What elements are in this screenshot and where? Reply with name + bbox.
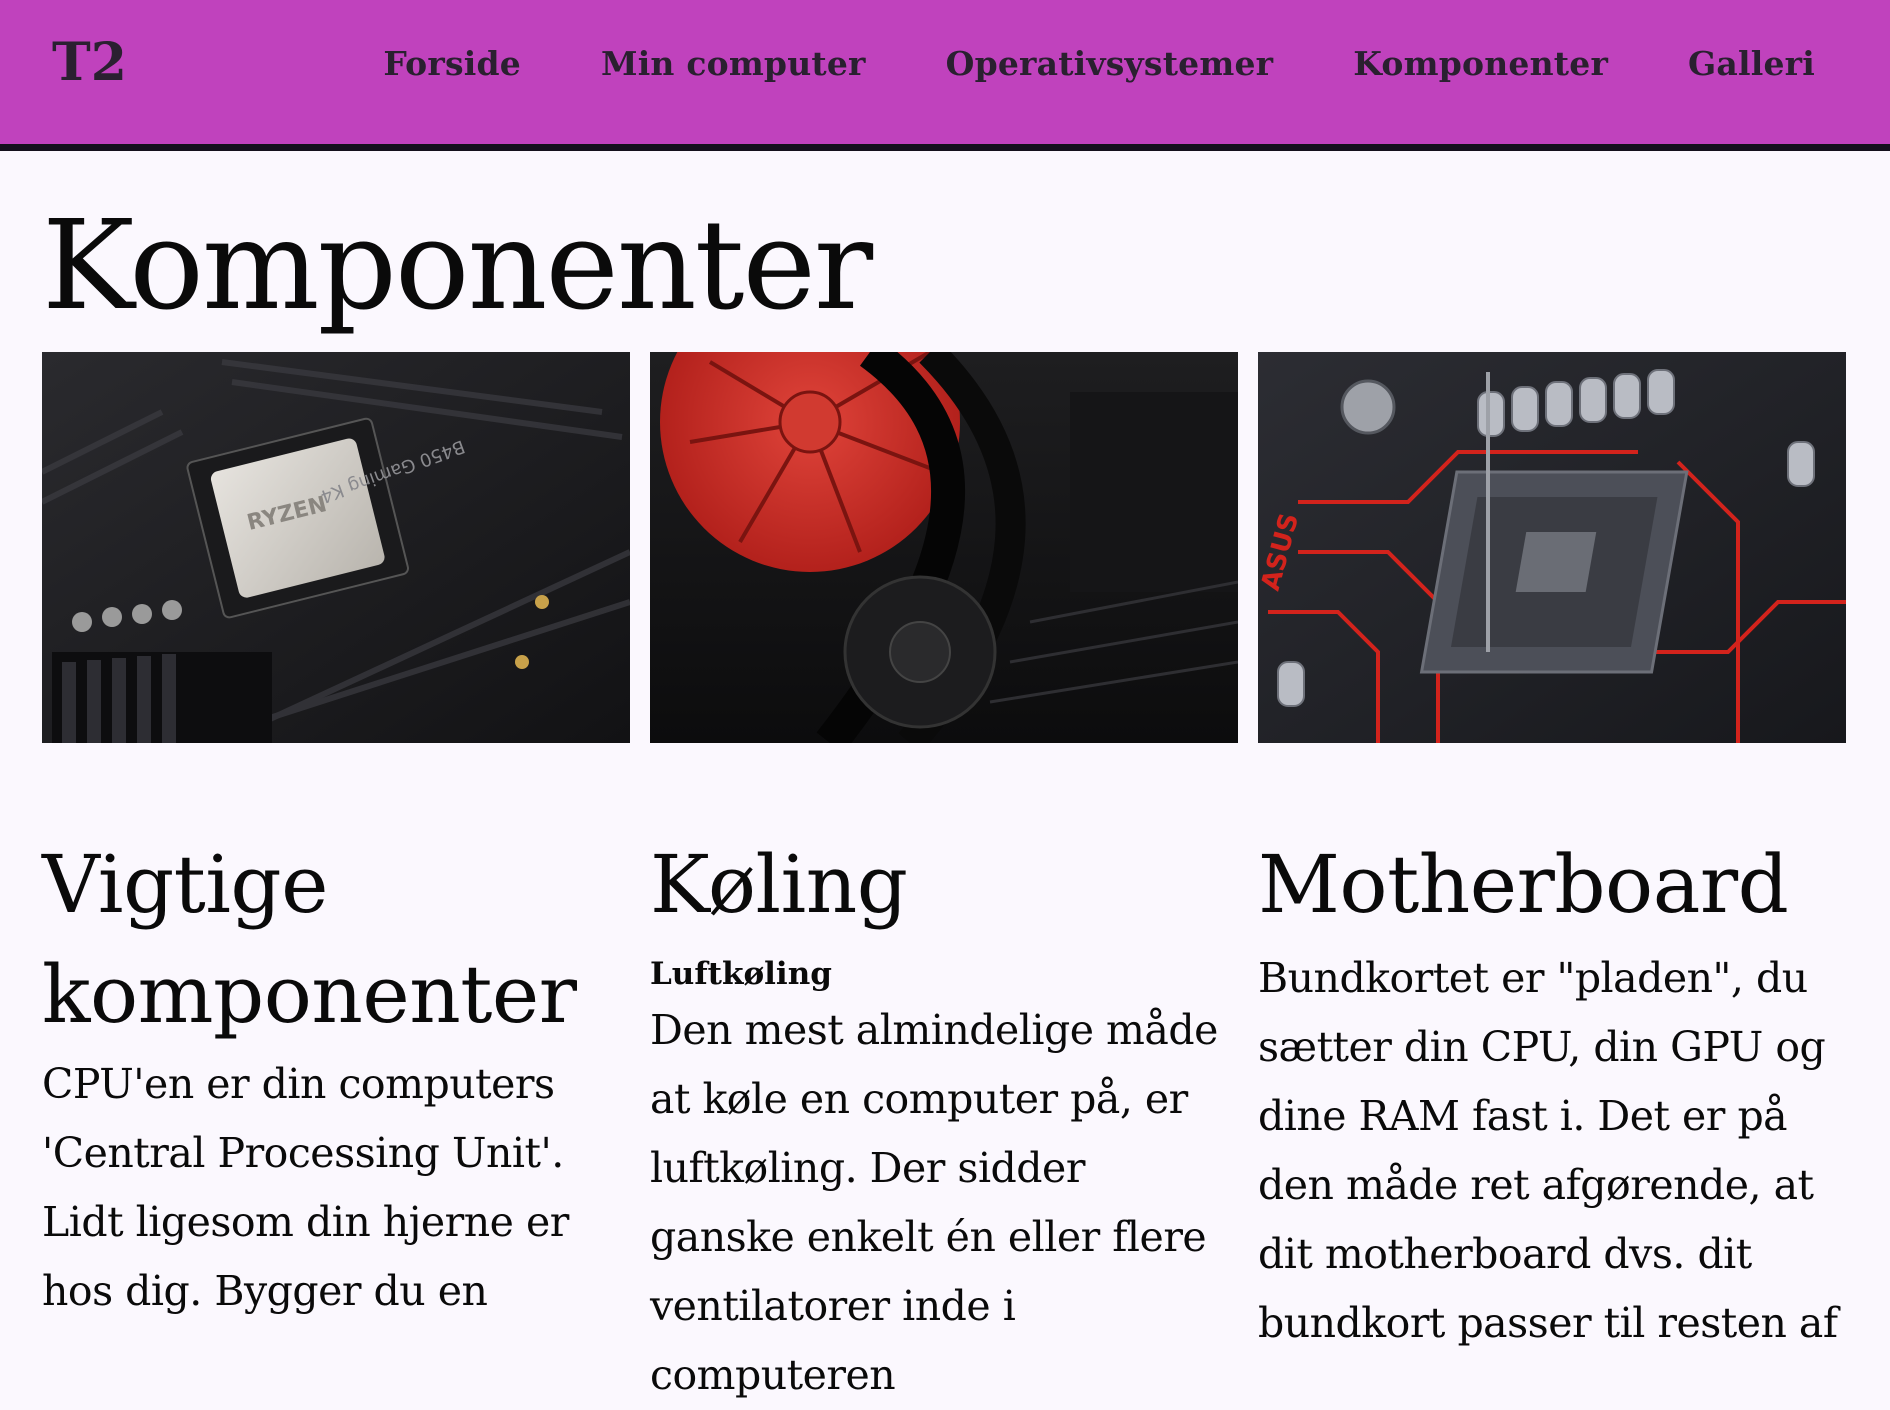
nav-link-min-computer[interactable]: Min computer bbox=[601, 44, 866, 84]
cpu-socket-photo: ASUS bbox=[1258, 352, 1846, 743]
nav-link-operativsystemer[interactable]: Operativsystemer bbox=[946, 44, 1274, 84]
page-title: Komponenter bbox=[42, 194, 873, 338]
cpu-motherboard-photo: RYZEN B450 Gaming K4 bbox=[42, 352, 630, 743]
component-image-row: RYZEN B450 Gaming K4 ASUS bbox=[42, 352, 1846, 743]
site-logo-link[interactable]: T2 bbox=[52, 31, 127, 95]
section-koling: Køling Luftkøling Den mest almindelige m… bbox=[650, 830, 1240, 1410]
section-subheading: Luftkøling bbox=[650, 956, 832, 992]
nav-link-forside[interactable]: Forside bbox=[383, 44, 521, 84]
section-body: Den mest almindelige måde at køle en com… bbox=[650, 1006, 1218, 1399]
section-heading: Vigtige komponenter bbox=[42, 838, 577, 1041]
section-heading: Motherboard bbox=[1258, 838, 1789, 931]
section-body: Bundkortet er "pladen", du sætter din CP… bbox=[1258, 954, 1838, 1347]
section-motherboard: Motherboard Bundkortet er "pladen", du s… bbox=[1258, 830, 1848, 1358]
section-vigtige-komponenter: Vigtige komponenter CPU'en er din comput… bbox=[42, 830, 632, 1326]
main-nav: Forside Min computer Operativsystemer Ko… bbox=[303, 44, 1815, 84]
nav-link-galleri[interactable]: Galleri bbox=[1688, 44, 1815, 84]
red-cpu-cooler-photo bbox=[650, 352, 1238, 743]
section-body: CPU'en er din computers 'Central Process… bbox=[42, 1060, 569, 1315]
section-heading: Køling bbox=[650, 838, 908, 931]
top-navigation-bar: T2 Forside Min computer Operativsystemer… bbox=[0, 0, 1890, 151]
nav-link-komponenter[interactable]: Komponenter bbox=[1353, 44, 1608, 84]
